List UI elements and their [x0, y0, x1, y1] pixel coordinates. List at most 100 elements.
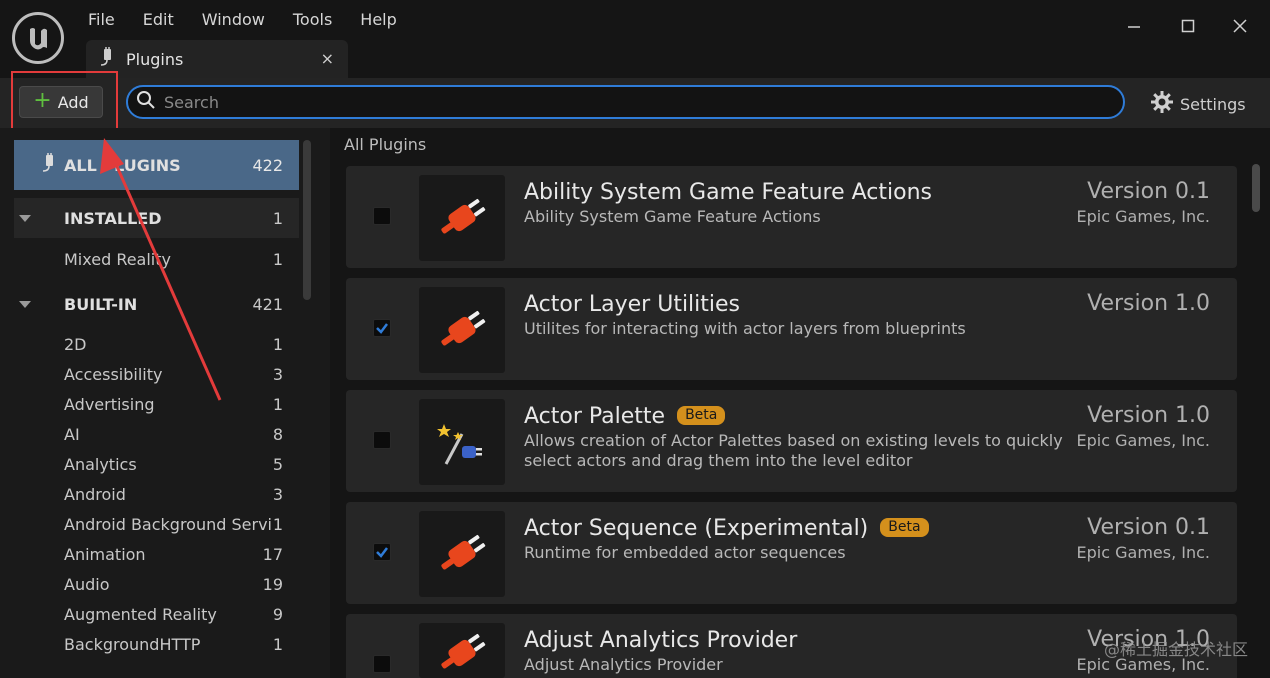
toolbar: + Add Settings — [0, 78, 1270, 128]
beta-badge: Beta — [880, 518, 929, 537]
plug-icon — [38, 153, 58, 177]
list-scrollbar[interactable] — [1252, 164, 1260, 212]
sidebar-label: BackgroundHTTP — [64, 634, 201, 654]
sidebar-count: 9 — [272, 604, 283, 624]
plugin-publisher: Epic Games, Inc. — [1076, 543, 1210, 562]
enable-checkbox[interactable] — [373, 655, 391, 673]
sidebar-count: 3 — [272, 484, 283, 504]
plugin-name: Actor Palette Beta — [524, 404, 726, 429]
sidebar-label: Mixed Reality — [64, 249, 171, 269]
sidebar-item-all-plugins[interactable]: ALL PLUGINS 422 — [14, 140, 299, 190]
sidebar-count: 1 — [272, 394, 283, 414]
plugin-name-text: Actor Palette — [524, 404, 666, 429]
sidebar-label: INSTALLED — [64, 208, 162, 228]
sidebar-label: Android — [64, 484, 126, 504]
enable-checkbox[interactable] — [373, 207, 391, 225]
plugin-card[interactable]: Actor Palette Beta Allows creation of Act… — [346, 390, 1237, 492]
plug-icon — [419, 287, 505, 373]
plugin-card[interactable]: Ability System Game Feature Actions Abil… — [346, 166, 1237, 268]
plug-icon — [419, 511, 505, 597]
sidebar-count: 421 — [252, 294, 283, 314]
add-button-label: Add — [57, 92, 89, 112]
sidebar-scrollbar[interactable] — [303, 140, 311, 300]
checkmark-icon — [376, 323, 388, 334]
plugin-list: All Plugins Ability System Game Feature … — [330, 128, 1270, 678]
plugin-description: Allows creation of Actor Palettes based … — [524, 431, 1063, 470]
plugin-description: Utilites for interacting with actor laye… — [524, 319, 966, 338]
sidebar-group-built-in[interactable]: BUILT-IN 421 — [14, 284, 299, 324]
tab-plugins[interactable]: Plugins × — [86, 40, 348, 78]
plugin-description: Ability System Game Feature Actions — [524, 207, 821, 226]
plugin-version: Version 1.0 — [1087, 403, 1210, 428]
plugin-version: Version 0.1 — [1087, 515, 1210, 540]
sidebar-label: Animation — [64, 544, 146, 564]
sidebar-label: Augmented Reality — [64, 604, 217, 624]
plugin-version: Version 1.0 — [1087, 291, 1210, 316]
sidebar-count: 1 — [272, 634, 283, 654]
checkmark-icon — [376, 547, 388, 558]
watermark: @稀土掘金技术社区 — [1103, 640, 1248, 659]
collapse-triangle-icon[interactable] — [19, 214, 31, 222]
menu-edit[interactable]: Edit — [143, 10, 174, 29]
sidebar-count: 17 — [262, 544, 283, 564]
category-sidebar: ALL PLUGINS 422 INSTALLED 1 Mixed Realit… — [0, 128, 330, 678]
menu-window[interactable]: Window — [202, 10, 265, 29]
sidebar-item-mixed-reality[interactable]: Mixed Reality 1 — [14, 239, 299, 279]
minimize-icon[interactable] — [1122, 14, 1146, 38]
plugin-name: Actor Layer Utilities — [524, 292, 741, 317]
search-input[interactable] — [164, 92, 1064, 112]
sidebar-count: 1 — [272, 208, 283, 228]
sidebar-label: 2D — [64, 334, 87, 354]
plugin-description: Adjust Analytics Provider — [524, 655, 723, 674]
magic-wand-plug-icon — [419, 399, 505, 485]
enable-checkbox-checked[interactable] — [373, 543, 391, 561]
collapse-triangle-icon[interactable] — [19, 300, 31, 308]
plugin-publisher: Epic Games, Inc. — [1076, 431, 1210, 450]
beta-badge: Beta — [677, 406, 726, 425]
settings-button[interactable]: Settings — [1150, 90, 1246, 118]
sidebar-count: 422 — [252, 155, 283, 175]
menu-file[interactable]: File — [88, 10, 115, 29]
menu-tools[interactable]: Tools — [293, 10, 332, 29]
unreal-logo-icon[interactable] — [12, 12, 64, 64]
sidebar-count: 5 — [272, 454, 283, 474]
tab-label: Plugins — [126, 49, 184, 69]
plugin-name: Ability System Game Feature Actions — [524, 180, 932, 205]
plus-icon: + — [33, 88, 52, 113]
sidebar-label: Audio — [64, 574, 110, 594]
sidebar-group-installed[interactable]: INSTALLED 1 — [14, 198, 299, 238]
add-button[interactable]: + Add — [19, 86, 103, 118]
sidebar-label: AI — [64, 424, 80, 444]
search-box[interactable] — [126, 85, 1125, 119]
sidebar-count: 1 — [272, 514, 283, 534]
sidebar-label: Accessibility — [64, 364, 163, 384]
plugin-card[interactable]: Actor Sequence (Experimental) Beta Runtim… — [346, 502, 1237, 604]
plug-tab-icon — [96, 47, 116, 71]
sidebar-label: Analytics — [64, 454, 137, 474]
plug-icon — [419, 175, 505, 261]
sidebar-label: BUILT-IN — [64, 294, 138, 314]
plugin-version: Version 0.1 — [1087, 179, 1210, 204]
sidebar-label: Android Background Servic — [64, 514, 272, 534]
sidebar-label: Advertising — [64, 394, 155, 414]
tab-close-icon[interactable]: × — [321, 49, 334, 68]
menu-help[interactable]: Help — [360, 10, 396, 29]
gear-icon — [1150, 90, 1174, 118]
plugin-publisher: Epic Games, Inc. — [1076, 207, 1210, 226]
sidebar-count: 1 — [272, 249, 283, 269]
plugin-name: Adjust Analytics Provider — [524, 628, 798, 653]
maximize-icon[interactable] — [1176, 14, 1200, 38]
sidebar-count: 8 — [272, 424, 283, 444]
enable-checkbox[interactable] — [373, 431, 391, 449]
sidebar-count: 1 — [272, 334, 283, 354]
list-title: All Plugins — [344, 135, 427, 154]
close-window-icon[interactable] — [1228, 14, 1252, 38]
sidebar-item[interactable]: BackgroundHTTP 1 — [14, 624, 299, 664]
plugin-description: Runtime for embedded actor sequences — [524, 543, 846, 562]
plugin-name: Actor Sequence (Experimental) Beta — [524, 516, 929, 541]
enable-checkbox-checked[interactable] — [373, 319, 391, 337]
plugin-name-text: Actor Sequence (Experimental) — [524, 516, 869, 541]
plugin-card[interactable]: Actor Layer Utilities Utilites for inter… — [346, 278, 1237, 380]
settings-label: Settings — [1180, 94, 1246, 114]
search-icon — [136, 90, 156, 114]
